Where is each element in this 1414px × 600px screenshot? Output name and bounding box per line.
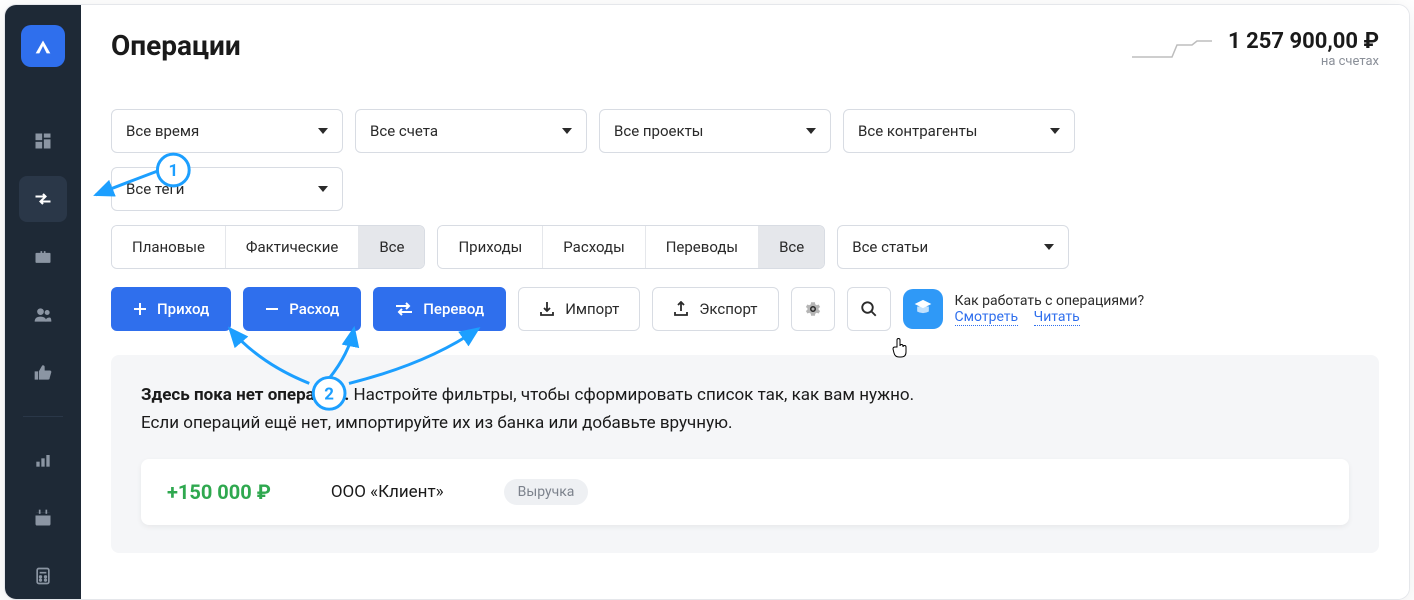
nav-dashboard[interactable]: [19, 118, 67, 164]
add-expense-button[interactable]: Расход: [243, 287, 361, 331]
empty-state-sub: Если операций ещё нет, импортируйте их и…: [141, 413, 1349, 433]
nav-thumbup[interactable]: [19, 350, 67, 396]
seg-transfer[interactable]: Переводы: [646, 226, 759, 268]
caret-icon: [562, 128, 572, 134]
help-block: Как работать с операциями? Смотреть Чита…: [903, 289, 1145, 329]
filter-accounts[interactable]: Все счета: [355, 109, 587, 153]
balance-block: 1 257 900,00 ₽ на счетах: [1132, 29, 1379, 69]
sample-operation-card: +150 000 ₽ ООО «Клиент» Выручка: [141, 459, 1349, 525]
balance-caption: на счетах: [1228, 54, 1379, 69]
cursor-hand-icon: [891, 337, 909, 359]
help-watch-link[interactable]: Смотреть: [955, 309, 1019, 326]
add-transfer-button[interactable]: Перевод: [373, 287, 506, 331]
seg-actual[interactable]: Фактические: [226, 226, 359, 268]
search-icon: [860, 300, 878, 318]
help-title: Как работать с операциями?: [955, 293, 1145, 309]
settings-button[interactable]: [791, 287, 835, 331]
minus-icon: [265, 302, 279, 316]
import-icon: [539, 301, 555, 317]
seg-expense[interactable]: Расходы: [543, 226, 645, 268]
sample-tag: Выручка: [504, 479, 589, 505]
nav-briefcase[interactable]: [19, 234, 67, 280]
empty-state-panel: Здесь пока нет операций. Настройте фильт…: [111, 355, 1379, 553]
add-income-button[interactable]: Приход: [111, 287, 231, 331]
help-icon: [903, 289, 943, 329]
seg-type-all[interactable]: Все: [759, 226, 824, 268]
sample-amount: +150 000 ₽: [167, 480, 271, 504]
segment-status: Плановые Фактические Все: [111, 225, 425, 269]
caret-icon: [806, 128, 816, 134]
filter-time[interactable]: Все время: [111, 109, 343, 153]
nav-operations[interactable]: [19, 176, 67, 222]
caret-icon: [318, 128, 328, 134]
app-logo[interactable]: [21, 25, 65, 67]
caret-icon: [1050, 128, 1060, 134]
seg-status-all[interactable]: Все: [359, 226, 424, 268]
filter-contractors[interactable]: Все контрагенты: [843, 109, 1075, 153]
export-button[interactable]: Экспорт: [652, 287, 778, 331]
filter-articles[interactable]: Все статьи: [837, 225, 1069, 269]
plus-icon: [133, 302, 147, 316]
search-button[interactable]: [847, 287, 891, 331]
seg-planned[interactable]: Плановые: [112, 226, 226, 268]
import-button[interactable]: Импорт: [518, 287, 640, 331]
balance-amount: 1 257 900,00 ₽: [1228, 29, 1379, 54]
main-content: Операции 1 257 900,00 ₽ на счетах Все вр…: [81, 5, 1409, 599]
nav-calendar[interactable]: [19, 495, 67, 541]
page-title: Операции: [111, 29, 241, 62]
caret-icon: [1044, 244, 1054, 250]
nav-users[interactable]: [19, 292, 67, 338]
nav-calculator[interactable]: [19, 553, 67, 599]
caret-icon: [318, 186, 328, 192]
gear-icon: [804, 300, 822, 318]
help-read-link[interactable]: Читать: [1034, 309, 1080, 326]
segment-type: Приходы Расходы Переводы Все: [437, 225, 825, 269]
balance-sparkline-icon: [1132, 37, 1212, 61]
seg-income[interactable]: Приходы: [438, 226, 543, 268]
sidebar: [5, 5, 81, 599]
filter-tags[interactable]: Все теги: [111, 167, 343, 211]
filter-projects[interactable]: Все проекты: [599, 109, 831, 153]
empty-state-text: Здесь пока нет операций. Настройте фильт…: [141, 383, 1349, 409]
transfer-icon: [395, 302, 413, 316]
export-icon: [673, 301, 689, 317]
nav-reports[interactable]: [19, 437, 67, 483]
sample-client: ООО «Клиент»: [331, 482, 444, 502]
